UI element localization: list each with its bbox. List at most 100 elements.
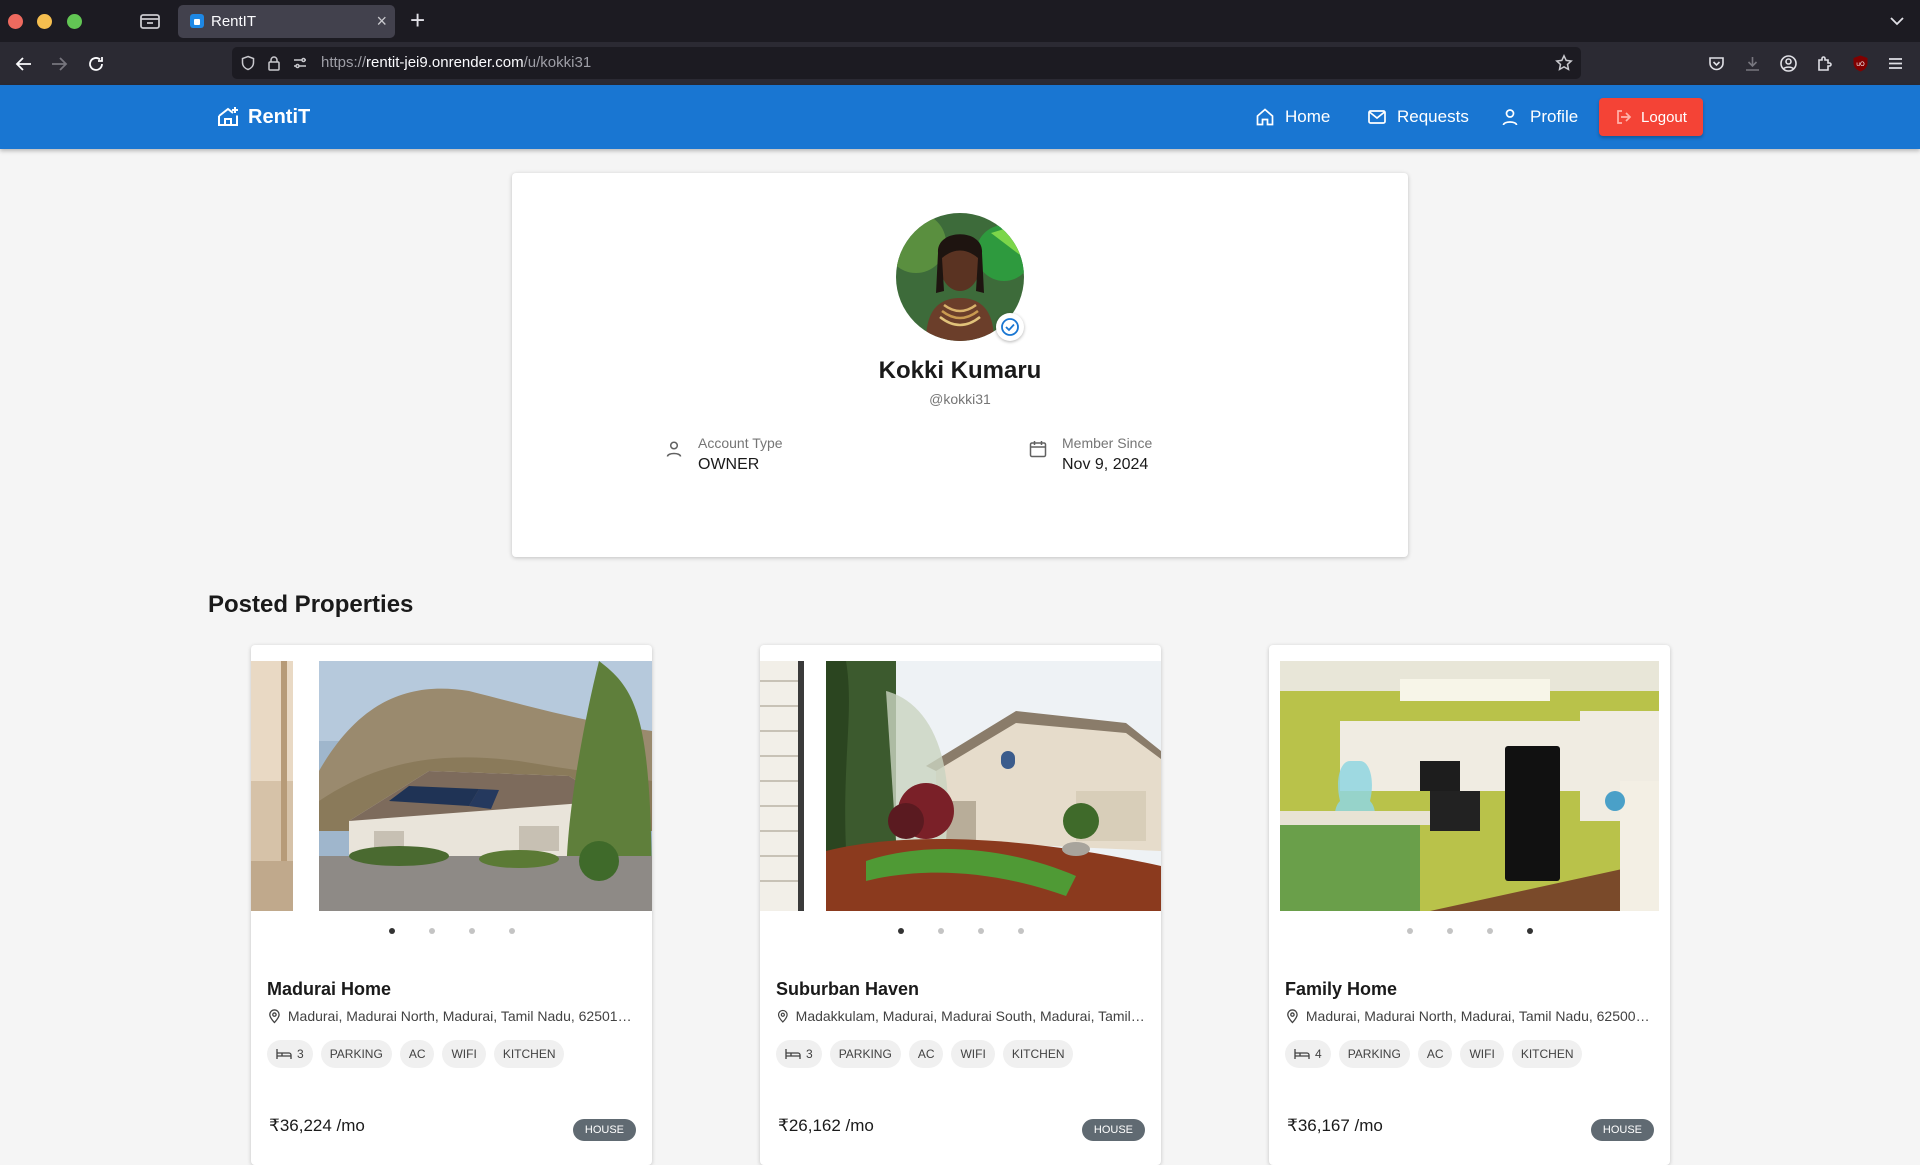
property-price: ₹36,224 /mo — [269, 1116, 365, 1135]
section-title: Posted Properties — [208, 591, 414, 618]
new-tab-icon[interactable]: + — [410, 6, 425, 34]
property-type-badge: HOUSE — [1081, 1119, 1145, 1141]
window-minimize-button[interactable] — [37, 14, 52, 29]
chevron-down-icon[interactable] — [1888, 12, 1906, 30]
carousel-dot[interactable] — [508, 928, 515, 934]
carousel-dot[interactable] — [1406, 928, 1413, 934]
permissions-icon[interactable] — [292, 55, 308, 71]
tab-overview-icon[interactable] — [138, 11, 162, 31]
amenity-chips: 4 PARKING AC WIFI KITCHEN — [1285, 1040, 1583, 1068]
profile-card: Kokki Kumaru @kokki31 Account Type OWNER… — [512, 173, 1408, 557]
account-type-value: OWNER — [698, 456, 760, 473]
carousel-dot[interactable] — [1526, 928, 1533, 934]
beds-chip: 3 — [267, 1040, 313, 1068]
amenity-chip: PARKING — [320, 1040, 392, 1068]
tab-title: RentIT — [211, 13, 257, 30]
tab-close-icon[interactable]: × — [376, 11, 387, 31]
amenity-chip: WIFI — [1460, 1040, 1504, 1068]
amenity-chip: WIFI — [442, 1040, 486, 1068]
brand-logo[interactable]: RentiT — [216, 102, 310, 132]
property-title[interactable]: Madurai Home — [267, 979, 391, 1000]
menu-hamburger-icon[interactable] — [1886, 54, 1905, 73]
forward-arrow-icon[interactable] — [48, 53, 70, 75]
home-icon — [1256, 108, 1274, 126]
property-location-text: Madurai, Madurai North, Madurai, Tamil N… — [1305, 1008, 1655, 1024]
amenity-chips: 3 PARKING AC WIFI KITCHEN — [776, 1040, 1074, 1068]
beds-count: 3 — [806, 1047, 813, 1061]
property-location-text: Madurai, Madurai North, Madurai, Tamil N… — [287, 1008, 637, 1024]
browser-tab[interactable]: RentIT × — [178, 5, 395, 38]
carousel-dot[interactable] — [937, 928, 944, 934]
reload-icon[interactable] — [85, 53, 107, 75]
back-arrow-icon[interactable] — [13, 53, 35, 75]
url-host: rentit-jei9.onrender.com — [366, 54, 524, 71]
property-card[interactable]: Madurai Home Madurai, Madurai North, Mad… — [251, 645, 652, 1165]
property-image-prev[interactable] — [251, 661, 293, 911]
amenity-chip: WIFI — [951, 1040, 995, 1068]
verified-badge-icon — [996, 313, 1024, 341]
amenity-chip: AC — [1417, 1040, 1453, 1068]
browser-nav-bar: https://rentit-jei9.onrender.com/u/kokki… — [0, 42, 1920, 85]
property-image[interactable] — [1280, 661, 1659, 911]
carousel-dot[interactable] — [1446, 928, 1453, 934]
property-title[interactable]: Suburban Haven — [776, 979, 919, 1000]
property-location-text: Madakkulam, Madurai, Madurai South, Madu… — [795, 1008, 1146, 1024]
property-card[interactable]: Suburban Haven Madakkulam, Madurai, Madu… — [760, 645, 1161, 1165]
window-maximize-button[interactable] — [67, 14, 82, 29]
bed-icon — [1294, 1049, 1310, 1059]
url-text[interactable]: https://rentit-jei9.onrender.com/u/kokki… — [321, 54, 591, 71]
logout-button[interactable]: Logout — [1599, 98, 1703, 136]
account-type-info: Account Type OWNER — [664, 435, 783, 474]
window-close-button[interactable] — [8, 14, 23, 29]
svg-text:uO: uO — [1856, 61, 1865, 68]
property-location: Madakkulam, Madurai, Madurai South, Madu… — [776, 1008, 1146, 1024]
nav-requests-label: Requests — [1397, 107, 1469, 126]
carousel-dot[interactable] — [1017, 928, 1024, 934]
nav-profile-link[interactable]: Profile — [1500, 105, 1578, 129]
member-since-value: Nov 9, 2024 — [1062, 456, 1149, 473]
amenity-chip: AC — [908, 1040, 944, 1068]
home-plus-icon — [218, 107, 238, 126]
extensions-icon[interactable] — [1815, 54, 1834, 73]
nav-home-link[interactable]: Home — [1255, 105, 1330, 129]
carousel-dot[interactable] — [1486, 928, 1493, 934]
carousel-dot[interactable] — [897, 928, 904, 934]
beds-count: 3 — [297, 1047, 304, 1061]
property-image-prev[interactable] — [760, 661, 804, 911]
beds-chip: 4 — [1285, 1040, 1331, 1068]
property-location: Madurai, Madurai North, Madurai, Tamil N… — [1285, 1008, 1655, 1024]
mail-icon — [1368, 110, 1386, 124]
carousel-dot[interactable] — [468, 928, 475, 934]
bookmark-star-icon[interactable] — [1555, 54, 1573, 72]
carousel-dot[interactable] — [388, 928, 395, 934]
nav-requests-link[interactable]: Requests — [1367, 105, 1469, 129]
location-pin-icon — [269, 1009, 280, 1024]
account-type-label: Account Type — [698, 435, 783, 451]
url-path: /u/kokki31 — [523, 54, 592, 71]
url-scheme: https:// — [321, 54, 367, 71]
profile-handle: @kokki31 — [929, 391, 991, 407]
person-icon — [1502, 109, 1518, 126]
account-icon[interactable] — [1779, 54, 1798, 73]
carousel-dot[interactable] — [428, 928, 435, 934]
property-price: ₹26,162 /mo — [778, 1116, 874, 1135]
shield-icon[interactable] — [240, 55, 256, 71]
beds-chip: 3 — [776, 1040, 822, 1068]
property-title[interactable]: Family Home — [1285, 979, 1397, 1000]
amenity-chip: KITCHEN — [493, 1040, 565, 1068]
property-image[interactable] — [319, 661, 652, 911]
pocket-icon[interactable] — [1707, 54, 1726, 73]
lock-icon[interactable] — [266, 55, 282, 71]
carousel-dot[interactable] — [977, 928, 984, 934]
amenity-chip: AC — [399, 1040, 435, 1068]
favicon-icon — [190, 14, 204, 28]
address-bar[interactable]: https://rentit-jei9.onrender.com/u/kokki… — [232, 47, 1581, 79]
property-card[interactable]: Family Home Madurai, Madurai North, Madu… — [1269, 645, 1670, 1165]
carousel-dots — [760, 928, 1161, 934]
download-icon[interactable] — [1743, 54, 1762, 73]
bed-icon — [785, 1049, 801, 1059]
ublock-icon[interactable]: uO — [1851, 54, 1870, 73]
property-location: Madurai, Madurai North, Madurai, Tamil N… — [267, 1008, 637, 1024]
logout-icon — [1617, 110, 1632, 124]
property-image[interactable] — [826, 661, 1161, 911]
